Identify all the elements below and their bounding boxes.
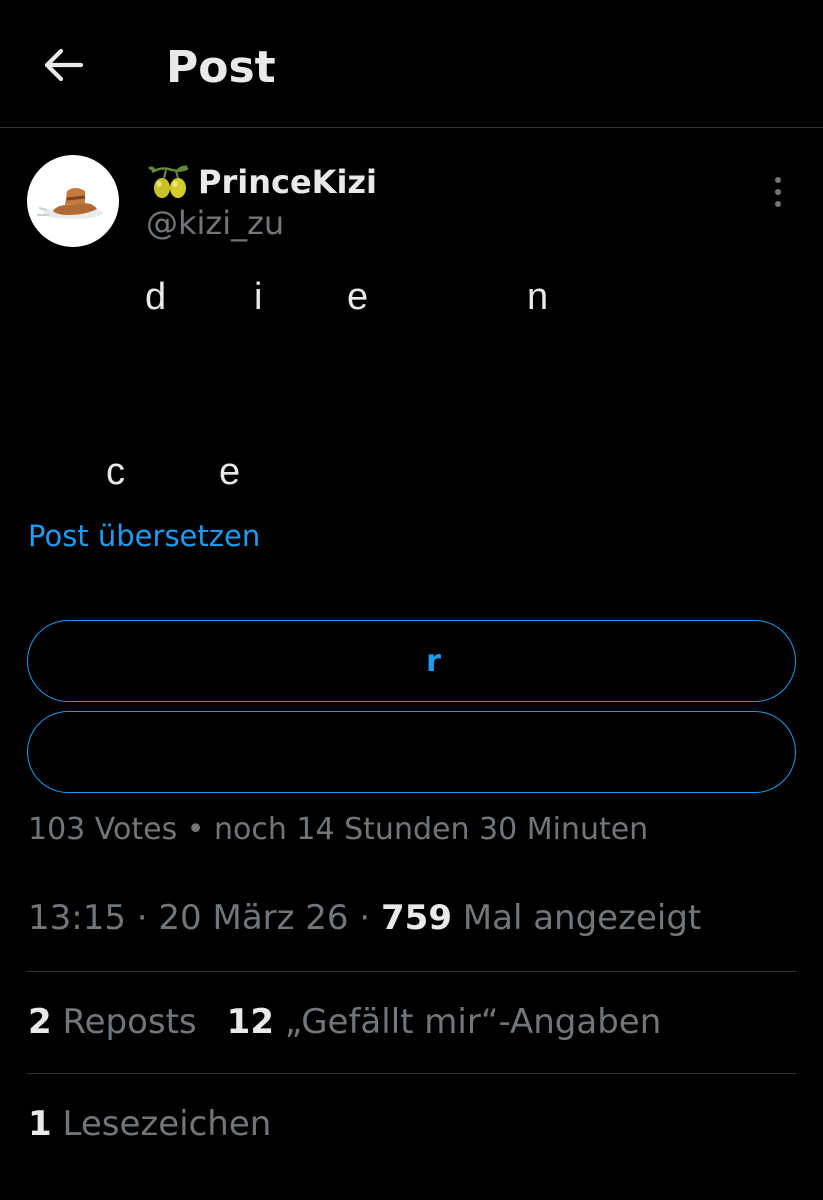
more-vertical-icon-dot	[775, 201, 781, 207]
more-options-button[interactable]	[760, 172, 796, 212]
post-text-fragment: d	[145, 276, 167, 318]
post-date[interactable]: 20 März 26	[158, 898, 348, 938]
back-button[interactable]	[40, 42, 86, 88]
hat-icon	[37, 188, 103, 219]
post-time[interactable]: 13:15	[28, 898, 126, 938]
author-handle[interactable]: @kizi_zu	[146, 204, 284, 242]
post-timestamp-row: 13:15 · 20 März 26 · 759 Mal angezeigt	[28, 898, 701, 938]
engagement-stats: 2 Reposts 12 „Gefällt mir“-Angaben	[28, 1002, 661, 1042]
post-detail-page: Post PrinceKizi @kizi_zu d i e n c e Pos…	[0, 0, 823, 1200]
poll-option-2[interactable]	[27, 711, 796, 793]
top-bar: Post	[0, 0, 823, 128]
avatar[interactable]	[27, 155, 119, 247]
arrow-left-icon	[44, 48, 83, 82]
bookmarks-label: Lesezeichen	[62, 1104, 272, 1144]
translate-post-link[interactable]: Post übersetzen	[28, 519, 260, 553]
post-text-fragment: i	[254, 276, 263, 318]
likes-count: 12	[226, 1002, 274, 1042]
likes-label: „Gefällt mir“-Angaben	[284, 1002, 662, 1042]
poll-option-label: r	[426, 643, 441, 679]
bookmarks-count: 1	[28, 1104, 52, 1144]
divider	[27, 971, 796, 972]
views-label: Mal angezeigt	[462, 898, 702, 938]
poll-votes: 103 Votes	[28, 812, 178, 847]
meta-separator: ·	[136, 898, 148, 938]
post-text-fragment: n	[527, 276, 549, 318]
poll-meta: 103 Votes • noch 14 Stunden 30 Minuten	[28, 812, 648, 847]
meta-separator: ·	[359, 898, 371, 938]
views-count: 759	[381, 898, 452, 938]
poll-separator: •	[186, 812, 205, 847]
likes-stat[interactable]: 12 „Gefällt mir“-Angaben	[227, 1002, 662, 1042]
post-text-fragment: e	[347, 276, 369, 318]
reposts-count: 2	[28, 1002, 52, 1042]
author-name[interactable]: PrinceKizi	[198, 163, 377, 201]
post-text-fragment: c	[106, 451, 125, 493]
more-vertical-icon	[775, 177, 781, 183]
poll-option-1[interactable]: r	[27, 620, 796, 702]
author-name-row[interactable]: PrinceKizi	[146, 160, 377, 204]
reposts-stat[interactable]: 2 Reposts	[28, 1002, 197, 1042]
reposts-label: Reposts	[62, 1002, 197, 1042]
bookmarks-stat[interactable]: 1 Lesezeichen	[28, 1104, 271, 1144]
divider	[27, 1073, 796, 1074]
olive-icon	[148, 165, 189, 198]
poll-remaining-time: noch 14 Stunden 30 Minuten	[214, 812, 649, 847]
post-text-fragment: e	[219, 451, 241, 493]
more-vertical-icon-dot	[775, 189, 781, 195]
page-title: Post	[166, 42, 276, 93]
